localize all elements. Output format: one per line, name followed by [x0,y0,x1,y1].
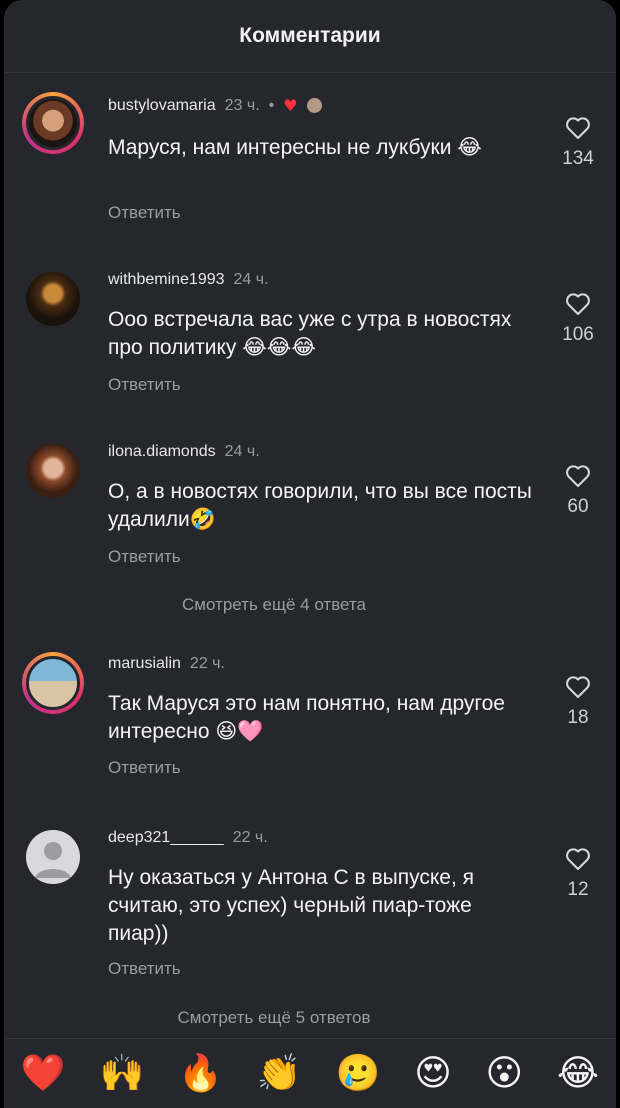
like-button[interactable]: 134 [552,116,604,170]
heart-eyes-emoji-button[interactable]: 😍 [414,1054,452,1094]
tears-of-joy-emoji-button[interactable]: 😂 [557,1054,599,1094]
comments-sheet: Комментарии bustylovamaria 23 ч. • ♥ Мар… [4,0,616,1108]
heart-icon: ♥ [283,96,298,115]
heart-outline-icon[interactable] [565,292,591,316]
heart-outline-icon[interactable] [565,116,591,140]
comment-text: Ну оказаться у Антона С в выпуске, я счи… [108,866,475,945]
heart-outline-icon[interactable] [565,847,591,871]
smiling-tear-emoji-button[interactable]: 🥲 [336,1054,381,1094]
separator-dot: • [268,96,275,114]
heart-outline-icon[interactable] [565,675,591,699]
timestamp: 24 ч. [224,443,260,460]
default-user-icon [26,830,80,884]
view-more-replies-button[interactable]: Смотреть ещё 4 ответа [4,595,544,615]
like-button[interactable]: 18 [552,675,604,729]
like-count: 134 [562,148,594,169]
creator-avatar-icon [306,98,322,113]
fire-emoji-button[interactable]: 🔥 [178,1054,223,1094]
timestamp: 22 ч. [232,829,268,846]
raising-hands-emoji-button[interactable]: 🙌 [100,1054,145,1094]
surprised-emoji-button[interactable]: 😮 [486,1054,524,1094]
reply-button[interactable]: Ответить [108,547,181,567]
username[interactable]: deep321______ [108,829,224,847]
avatar[interactable] [22,268,84,330]
header: Комментарии [4,0,616,73]
reply-button[interactable]: Ответить [108,758,181,778]
comment-text: О, а в новостях говорили, что вы все пос… [108,480,532,531]
like-count: 18 [567,707,589,728]
avatar[interactable] [22,826,84,888]
like-count: 12 [567,879,589,900]
avatar[interactable] [22,440,84,502]
red-heart-emoji-button[interactable]: ❤️ [21,1054,66,1094]
clapping-hands-emoji-button[interactable]: 👏 [257,1054,302,1094]
timestamp: 23 ч. [224,96,260,114]
quick-emoji-bar: ❤️ 🙌 🔥 👏 🥲 😍 😮 😂 [4,1038,616,1108]
page-title: Комментарии [239,24,381,47]
like-button[interactable]: 106 [552,292,604,346]
username[interactable]: bustylovamaria [108,97,216,115]
avatar[interactable] [22,652,84,714]
username[interactable]: ilona.diamonds [108,443,216,461]
comment-text: Так Маруся это нам понятно, нам другое и… [108,692,505,743]
reply-button[interactable]: Ответить [108,203,181,223]
like-count: 60 [567,496,589,517]
heart-outline-icon[interactable] [565,464,591,488]
reply-button[interactable]: Ответить [108,959,181,979]
reply-button[interactable]: Ответить [108,375,181,395]
avatar[interactable] [22,92,84,154]
view-more-replies-button[interactable]: Смотреть ещё 5 ответов [4,1008,544,1028]
like-button[interactable]: 12 [552,847,604,901]
comment-text: Ооо встречала вас уже с утра в новостях … [108,308,512,359]
like-button[interactable]: 60 [552,464,604,518]
timestamp: 24 ч. [233,271,269,288]
timestamp: 22 ч. [189,655,225,672]
username[interactable]: marusialin [108,655,181,673]
username[interactable]: withbemine1993 [108,271,225,289]
comment-text: Маруся, нам интересны не лукбуки 😂 [108,136,482,159]
like-count: 106 [562,324,594,345]
